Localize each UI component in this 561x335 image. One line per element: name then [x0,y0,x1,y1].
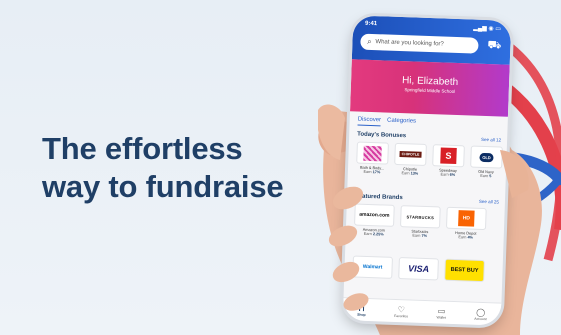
phone-screen: 9:41 ▂▄▆ ◉ ▭ ⌕ What are you looking for?… [342,15,512,326]
bottom-nav: ⊓ Shop ♡ Favorites ▭ Wallet ◯ Account [342,297,502,326]
old-navy-logo: OLD [470,145,503,169]
bonus-earn: Earn 5 [480,173,492,179]
discover-tabs: Discover Categories [357,116,416,128]
nav-wallet[interactable]: ▭ Wallet [437,306,447,319]
heart-icon: ♡ [397,304,406,314]
best-buy-logo: BEST BUY [444,258,485,283]
brand-card-walmart[interactable]: Walmart [352,255,393,279]
brand-card-starbucks[interactable]: STARBUCKS Starbucks Earn 7% [400,205,441,238]
search-input[interactable]: ⌕ What are you looking for? [360,33,479,54]
hero-banner: The effortless way to fundraise 9:41 ▂▄▆… [0,0,561,335]
amazon-logo: amazon.com [354,203,395,227]
status-time: 9:41 [364,20,378,28]
bonuses-title: Today's Bonuses [357,131,407,140]
brand-card-amazon[interactable]: amazon.com Amazon.com Earn 2.25% [354,203,395,237]
featured-brands-title: Featured Brands [354,193,403,202]
nav-label: Shop [357,312,366,317]
brands-row-2: Walmart VISA BEST BUY [352,255,485,283]
brands-see-all-link[interactable]: See all 25 [479,199,499,205]
cart-icon[interactable]: ⛟ [487,38,501,52]
bonus-card-bath-body[interactable]: Bath & Body... Earn 17% [356,141,389,175]
nav-favorites[interactable]: ♡ Favorites [394,304,409,318]
speedway-logo: S [432,144,465,168]
nav-shop[interactable]: ⊓ Shop [357,303,366,316]
bath-body-logo [356,141,389,165]
bonus-earn: Earn 17% [363,169,381,175]
wallet-icon: ▭ [437,305,446,316]
brands-row: amazon.com Amazon.com Earn 2.25% STARBUC… [354,203,487,241]
bonuses-row: Bath & Body... Earn 17% CHIPOTLE Chipotl… [356,141,503,179]
chipotle-logo: CHIPOTLE [394,142,427,166]
nav-account[interactable]: ◯ Account [474,307,487,320]
tab-discover[interactable]: Discover [357,116,382,127]
brand-card-best-buy[interactable]: BEST BUY [444,258,485,283]
bonus-card-speedway[interactable]: S Speedway Earn 6% [432,144,465,177]
bonuses-see-all-link[interactable]: See all 12 [481,137,501,143]
brand-card-visa[interactable]: VISA [398,257,439,281]
brand-earn: Earn 4% [458,235,474,240]
bonus-earn: Earn 6% [440,172,456,177]
bonus-earn: Earn 13% [401,171,419,176]
brand-earn: Earn 2.25% [363,231,384,237]
tab-categories[interactable]: Categories [387,118,416,128]
nav-label: Account [474,316,487,321]
search-icon: ⌕ [367,36,372,46]
nav-label: Favorites [394,313,409,318]
app-header: 9:41 ▂▄▆ ◉ ▭ ⌕ What are you looking for?… [351,15,512,65]
headline-line-1: The effortless [42,131,243,166]
shopping-bag-icon: ⊓ [358,303,365,313]
headline: The effortless way to fundraise [42,130,284,206]
walmart-logo: Walmart [352,255,393,279]
status-icons: ▂▄▆ ◉ ▭ [473,25,502,33]
visa-logo: VISA [398,257,439,281]
brand-earn: Earn 7% [412,233,428,239]
bonus-card-chipotle[interactable]: CHIPOTLE Chipotle Earn 13% [394,142,427,176]
account-icon: ◯ [476,307,486,317]
nav-label: Wallet [436,314,446,320]
headline-line-2: way to fundraise [42,169,284,204]
greeting-banner: Hi, Elizabeth Springfield Middle School [350,59,510,117]
starbucks-logo: STARBUCKS [400,205,441,229]
bonus-card-old-navy[interactable]: OLD Old Navy Earn 5 [470,145,503,179]
brand-card-home-depot[interactable]: HD Home Depot Earn 4% [445,206,487,240]
search-placeholder: What are you looking for? [375,39,444,48]
home-depot-logo: HD [445,206,487,231]
